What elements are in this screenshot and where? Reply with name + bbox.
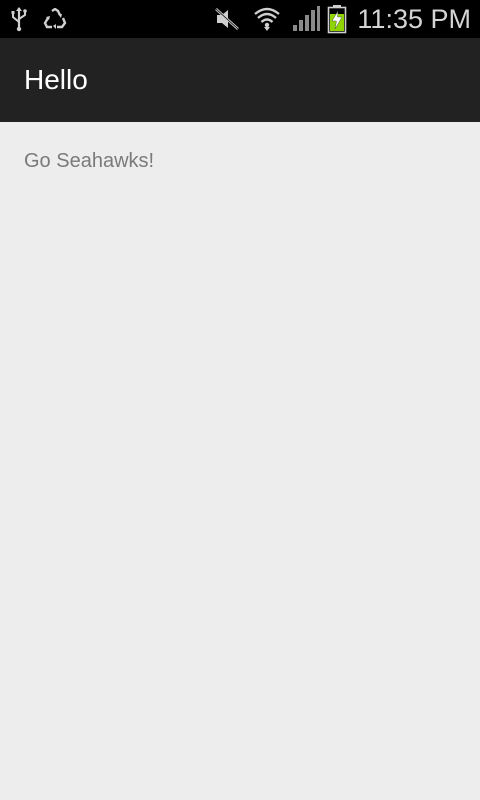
status-bar: 11:35 PM	[0, 0, 480, 38]
action-bar: Hello	[0, 38, 480, 122]
signal-icon	[290, 0, 322, 38]
mute-icon	[212, 0, 242, 38]
content-area: Go Seahawks!	[0, 122, 480, 800]
usb-icon	[8, 0, 30, 38]
status-time: 11:35 PM	[357, 4, 471, 34]
hello-message: Go Seahawks!	[24, 150, 155, 172]
recycle-icon	[42, 0, 68, 38]
battery-charging-icon	[326, 0, 348, 38]
app-title: Hello	[24, 64, 88, 95]
wifi-icon	[252, 0, 282, 38]
